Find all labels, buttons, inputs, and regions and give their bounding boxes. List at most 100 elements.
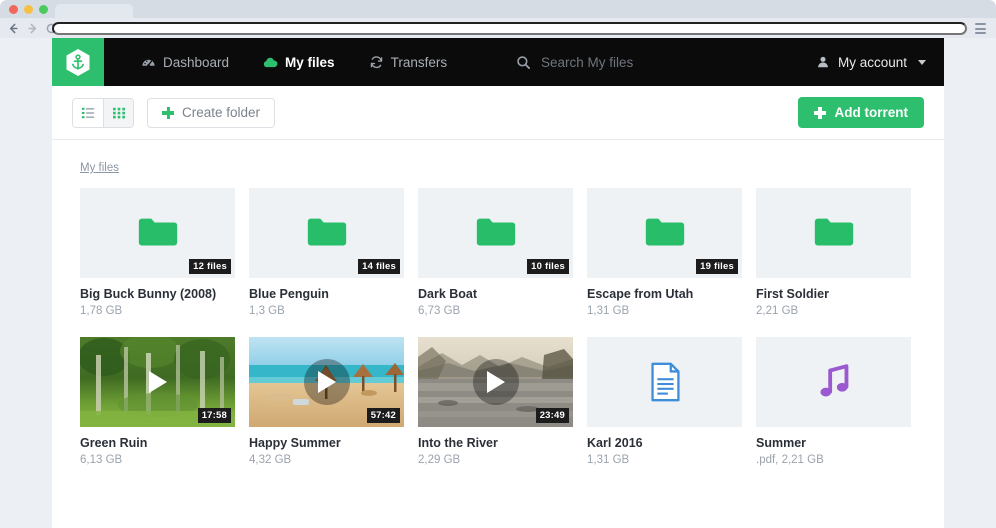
file-badge: 12 files — [189, 259, 231, 274]
view-toggle-group — [72, 98, 134, 128]
play-icon[interactable] — [149, 371, 167, 393]
file-meta: 6,73 GB — [418, 305, 573, 317]
maximize-window-button[interactable] — [39, 5, 48, 14]
file-badge: 14 files — [358, 259, 400, 274]
search-icon[interactable] — [516, 55, 531, 70]
speedometer-icon — [141, 55, 156, 70]
minimize-window-button[interactable] — [24, 5, 33, 14]
file-meta: 1,31 GB — [587, 305, 742, 317]
chevron-down-icon — [918, 60, 926, 65]
folder-icon — [135, 210, 181, 256]
hamburger-menu-icon[interactable] — [975, 23, 986, 34]
file-thumbnail: 12 files — [80, 188, 235, 278]
file-thumbnail: 14 files — [249, 188, 404, 278]
search-container — [516, 38, 791, 86]
grid-view-icon — [112, 106, 126, 120]
app-container: Dashboard My files — [52, 38, 944, 528]
file-name: Happy Summer — [249, 436, 404, 450]
play-icon[interactable] — [487, 371, 505, 393]
list-view-button[interactable] — [73, 99, 103, 127]
file-tile[interactable]: 10 files Dark Boat 6,73 GB — [418, 188, 573, 317]
browser-tab[interactable] — [55, 4, 133, 18]
file-thumbnail — [756, 337, 911, 427]
file-tile[interactable]: 19 files Escape from Utah 1,31 GB — [587, 188, 742, 317]
nav-item-dashboard[interactable]: Dashboard — [124, 38, 246, 86]
file-thumbnail: 10 files — [418, 188, 573, 278]
plus-icon — [162, 107, 174, 119]
sync-arrows-icon — [369, 55, 384, 70]
cloud-icon — [263, 55, 278, 70]
file-name: Green Ruin — [80, 436, 235, 450]
anchor-logo-icon — [65, 48, 91, 77]
file-thumbnail: 23:49 — [418, 337, 573, 427]
add-torrent-button[interactable]: Add torrent — [798, 97, 925, 128]
file-thumbnail: 19 files — [587, 188, 742, 278]
file-thumbnail: 57:42 — [249, 337, 404, 427]
file-meta: 4,32 GB — [249, 454, 404, 466]
file-tile[interactable]: 17:58 Green Ruin 6,13 GB — [80, 337, 235, 466]
file-tile[interactable]: 12 files Big Buck Bunny (2008) 1,78 GB — [80, 188, 235, 317]
files-toolbar: Create folder Add torrent — [52, 86, 944, 140]
account-label: My account — [838, 55, 907, 70]
app-navbar: Dashboard My files — [52, 38, 944, 86]
file-badge: 10 files — [527, 259, 569, 274]
close-window-button[interactable] — [9, 5, 18, 14]
file-tile[interactable]: Summer .pdf, 2,21 GB — [756, 337, 911, 466]
file-meta: .pdf, 2,21 GB — [756, 454, 911, 466]
list-view-icon — [81, 106, 95, 120]
nav-item-transfers[interactable]: Transfers — [352, 38, 465, 86]
grid-view-button[interactable] — [103, 99, 133, 127]
file-name: Karl 2016 — [587, 436, 742, 450]
create-folder-label: Create folder — [182, 105, 260, 120]
breadcrumb[interactable]: My files — [80, 162, 119, 174]
plus-icon — [814, 107, 826, 119]
file-badge: 57:42 — [367, 408, 400, 423]
file-meta: 2,21 GB — [756, 305, 911, 317]
folder-icon — [304, 210, 350, 256]
document-icon — [642, 359, 688, 405]
file-name: Big Buck Bunny (2008) — [80, 287, 235, 301]
browser-nav-buttons — [7, 22, 58, 35]
app-logo[interactable] — [52, 38, 104, 86]
browser-window: Dashboard My files — [0, 0, 996, 528]
file-meta: 1,3 GB — [249, 305, 404, 317]
forward-arrow-icon[interactable] — [26, 22, 39, 35]
file-meta: 1,78 GB — [80, 305, 235, 317]
page-background: Dashboard My files — [0, 38, 996, 528]
account-menu[interactable]: My account — [816, 38, 926, 86]
window-traffic-lights — [9, 5, 48, 14]
navbar-items: Dashboard My files — [104, 38, 464, 86]
file-name: Escape from Utah — [587, 287, 742, 301]
file-thumbnail — [756, 188, 911, 278]
nav-item-my-files[interactable]: My files — [246, 38, 352, 86]
file-badge: 17:58 — [198, 408, 231, 423]
nav-label-dashboard: Dashboard — [163, 55, 229, 70]
files-grid: 12 files Big Buck Bunny (2008) 1,78 GB 1… — [80, 188, 924, 486]
file-name: Dark Boat — [418, 287, 573, 301]
music-note-icon — [811, 359, 857, 405]
folder-icon — [473, 210, 519, 256]
file-meta: 1,31 GB — [587, 454, 742, 466]
file-badge: 23:49 — [536, 408, 569, 423]
file-name: Blue Penguin — [249, 287, 404, 301]
file-name: Summer — [756, 436, 911, 450]
url-input[interactable] — [52, 22, 967, 35]
file-tile[interactable]: 23:49 Into the River 2,29 GB — [418, 337, 573, 466]
add-torrent-label: Add torrent — [835, 105, 909, 120]
file-meta: 2,29 GB — [418, 454, 573, 466]
search-input[interactable] — [541, 55, 791, 70]
file-tile[interactable]: Karl 2016 1,31 GB — [587, 337, 742, 466]
file-thumbnail: 17:58 — [80, 337, 235, 427]
file-tile[interactable]: 14 files Blue Penguin 1,3 GB — [249, 188, 404, 317]
file-tile[interactable]: First Soldier 2,21 GB — [756, 188, 911, 317]
play-icon[interactable] — [318, 371, 336, 393]
user-icon — [816, 55, 830, 69]
back-arrow-icon[interactable] — [7, 22, 20, 35]
file-tile[interactable]: 57:42 Happy Summer 4,32 GB — [249, 337, 404, 466]
file-thumbnail — [587, 337, 742, 427]
browser-titlebar — [0, 0, 996, 18]
nav-label-transfers: Transfers — [391, 55, 448, 70]
file-name: First Soldier — [756, 287, 911, 301]
files-content: My files 12 files Big Buck Bunny (2008) … — [52, 140, 944, 486]
create-folder-button[interactable]: Create folder — [147, 98, 275, 128]
